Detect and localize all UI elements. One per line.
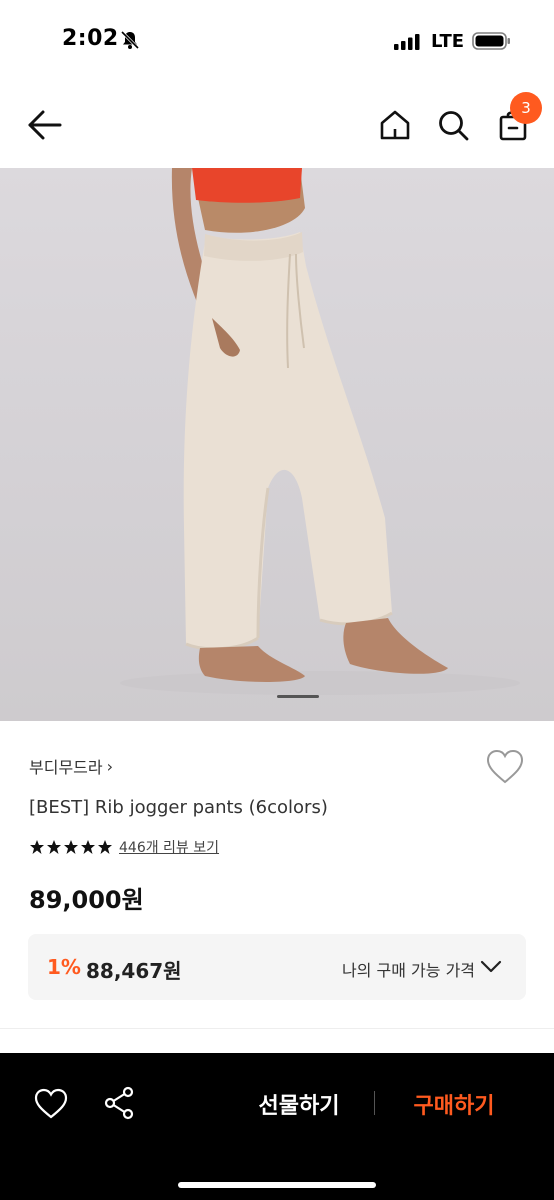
- bottom-action-bar: 선물하기 구매하기: [0, 1053, 554, 1200]
- wishlist-heart-icon[interactable]: [486, 749, 524, 785]
- network-label: LTE: [431, 31, 465, 52]
- discount-percent: 1%: [47, 955, 81, 979]
- product-price: 89,000원: [29, 886, 144, 914]
- heart-icon[interactable]: [34, 1088, 68, 1120]
- bell-slash-icon: [120, 30, 140, 50]
- product-title: [BEST] Rib jogger pants (6colors): [29, 797, 328, 818]
- bar-divider: [374, 1091, 375, 1115]
- cart-count-badge: 3: [510, 92, 542, 124]
- home-indicator: [178, 1182, 376, 1188]
- search-icon[interactable]: [436, 108, 470, 142]
- review-link[interactable]: 446개 리뷰 보기: [119, 837, 219, 857]
- gift-button[interactable]: 선물하기: [240, 1086, 358, 1122]
- signal-icon: [394, 34, 420, 50]
- discount-price: 88,467원: [86, 959, 182, 983]
- buy-button[interactable]: 구매하기: [396, 1086, 512, 1122]
- my-price-dropdown[interactable]: 1% 88,467원 나의 구매 가능 가격: [28, 934, 526, 1000]
- status-bar: 2:02 LTE: [0, 0, 554, 82]
- share-icon[interactable]: [102, 1086, 136, 1120]
- battery-icon: [472, 32, 510, 50]
- chevron-down-icon: [480, 960, 502, 973]
- star-icon: [64, 840, 78, 854]
- product-image[interactable]: [0, 168, 554, 721]
- rating-row: 446개 리뷰 보기: [29, 837, 219, 857]
- back-arrow-icon[interactable]: [26, 108, 64, 142]
- star-rating: [29, 839, 113, 855]
- carousel-indicator: [277, 695, 319, 698]
- product-photo: [120, 168, 520, 695]
- star-icon: [47, 840, 61, 854]
- status-time: 2:02: [62, 26, 119, 51]
- chevron-right-icon: ›: [106, 756, 114, 776]
- star-icon: [30, 840, 44, 854]
- brand-link[interactable]: 부디무드라 ›: [29, 754, 113, 778]
- my-price-label: 나의 구매 가능 가격: [342, 961, 476, 980]
- section-divider: [0, 1028, 554, 1029]
- star-icon: [98, 840, 112, 854]
- star-icon: [81, 840, 95, 854]
- app-header: 3: [0, 82, 554, 168]
- brand-name: 부디무드라: [29, 758, 103, 777]
- home-icon[interactable]: [378, 108, 412, 142]
